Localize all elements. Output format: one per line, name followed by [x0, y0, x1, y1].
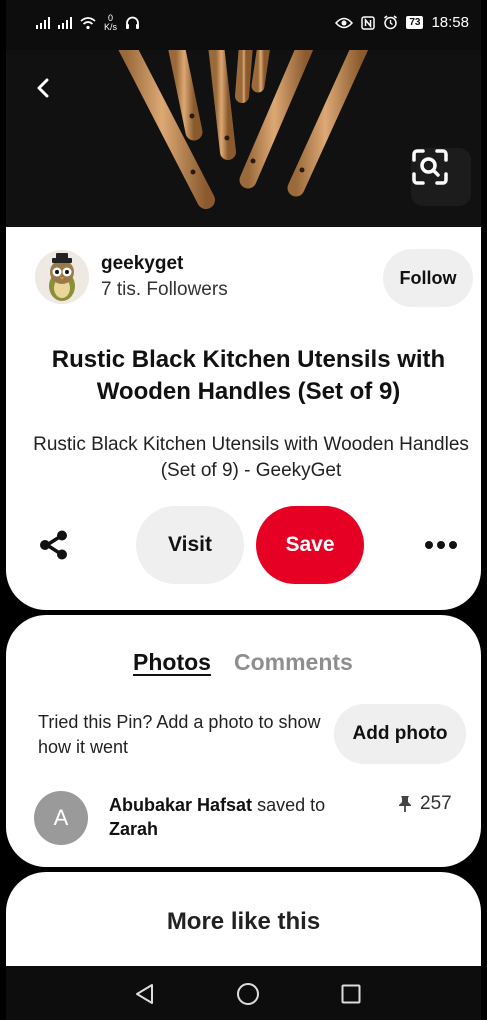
- pin-details-card: geekyget 7 tis. Followers Follow Rustic …: [6, 227, 481, 610]
- pin-description: Rustic Black Kitchen Utensils with Woode…: [33, 434, 469, 481]
- share-icon: [40, 530, 67, 560]
- photos-comments-card: Photos Comments Tried this Pin? Add a ph…: [6, 615, 481, 867]
- save-count-value: 257: [420, 793, 452, 814]
- saver-name: Abubakar Hafsat: [109, 795, 253, 815]
- visual-search-icon: [412, 149, 448, 185]
- follow-button[interactable]: Follow: [383, 249, 473, 307]
- saver-action: saved to: [257, 795, 326, 815]
- system-nav-bar: [6, 966, 481, 1020]
- back-button[interactable]: [36, 78, 76, 118]
- signal-icon-2: [58, 17, 72, 29]
- save-button[interactable]: Save: [256, 506, 364, 584]
- visit-button[interactable]: Visit: [136, 506, 244, 584]
- add-photo-button[interactable]: Add photo: [334, 704, 466, 764]
- battery-icon: 73: [406, 16, 424, 29]
- save-count: 257: [398, 793, 452, 815]
- pin-title: Rustic Black Kitchen Utensils with Woode…: [51, 346, 446, 405]
- alarm-icon: [384, 15, 398, 30]
- more-options-button[interactable]: [423, 533, 459, 557]
- status-right: 73 18:58: [335, 14, 469, 31]
- headset-icon: [126, 16, 140, 29]
- status-bar: 0 K/s 73 18:58: [6, 0, 481, 50]
- nav-recents-icon[interactable]: [341, 984, 361, 1004]
- nav-home-icon[interactable]: [236, 982, 260, 1006]
- signal-icon: [36, 17, 50, 29]
- pushpin-icon: [399, 796, 411, 812]
- saver-activity[interactable]: Abubakar Hafsat saved to Zarah: [109, 793, 374, 841]
- creator-name[interactable]: geekyget: [101, 253, 183, 275]
- more-options-icon: [425, 541, 457, 549]
- follower-count: 7 tis. Followers: [101, 279, 228, 300]
- nfc-icon: [361, 15, 376, 30]
- saver-board: Zarah: [109, 819, 159, 839]
- nav-back-icon[interactable]: [134, 983, 156, 1005]
- network-speed: 0 K/s: [104, 13, 118, 32]
- chevron-left-icon: [37, 78, 49, 98]
- more-like-this-title: More like this: [166, 908, 321, 935]
- share-button[interactable]: [36, 527, 72, 563]
- eye-comfort-icon: [335, 17, 354, 28]
- saver-avatar[interactable]: A: [34, 791, 88, 845]
- add-photo-prompt: Tried this Pin? Add a photo to show how …: [38, 712, 321, 757]
- owl-mascot-icon: [35, 250, 89, 304]
- visual-search-button[interactable]: [411, 148, 471, 206]
- pin-image[interactable]: [6, 50, 481, 227]
- wifi-icon: [80, 16, 96, 29]
- app-frame: 0 K/s 73 18:58 geekyget 7 tis. Followers…: [6, 0, 481, 1020]
- tab-comments[interactable]: Comments: [234, 649, 353, 676]
- status-left: 0 K/s: [36, 14, 140, 32]
- utensils-photo: [6, 50, 481, 227]
- creator-avatar[interactable]: [35, 250, 89, 304]
- tab-photos[interactable]: Photos: [133, 649, 211, 676]
- clock: 18:58: [431, 14, 469, 31]
